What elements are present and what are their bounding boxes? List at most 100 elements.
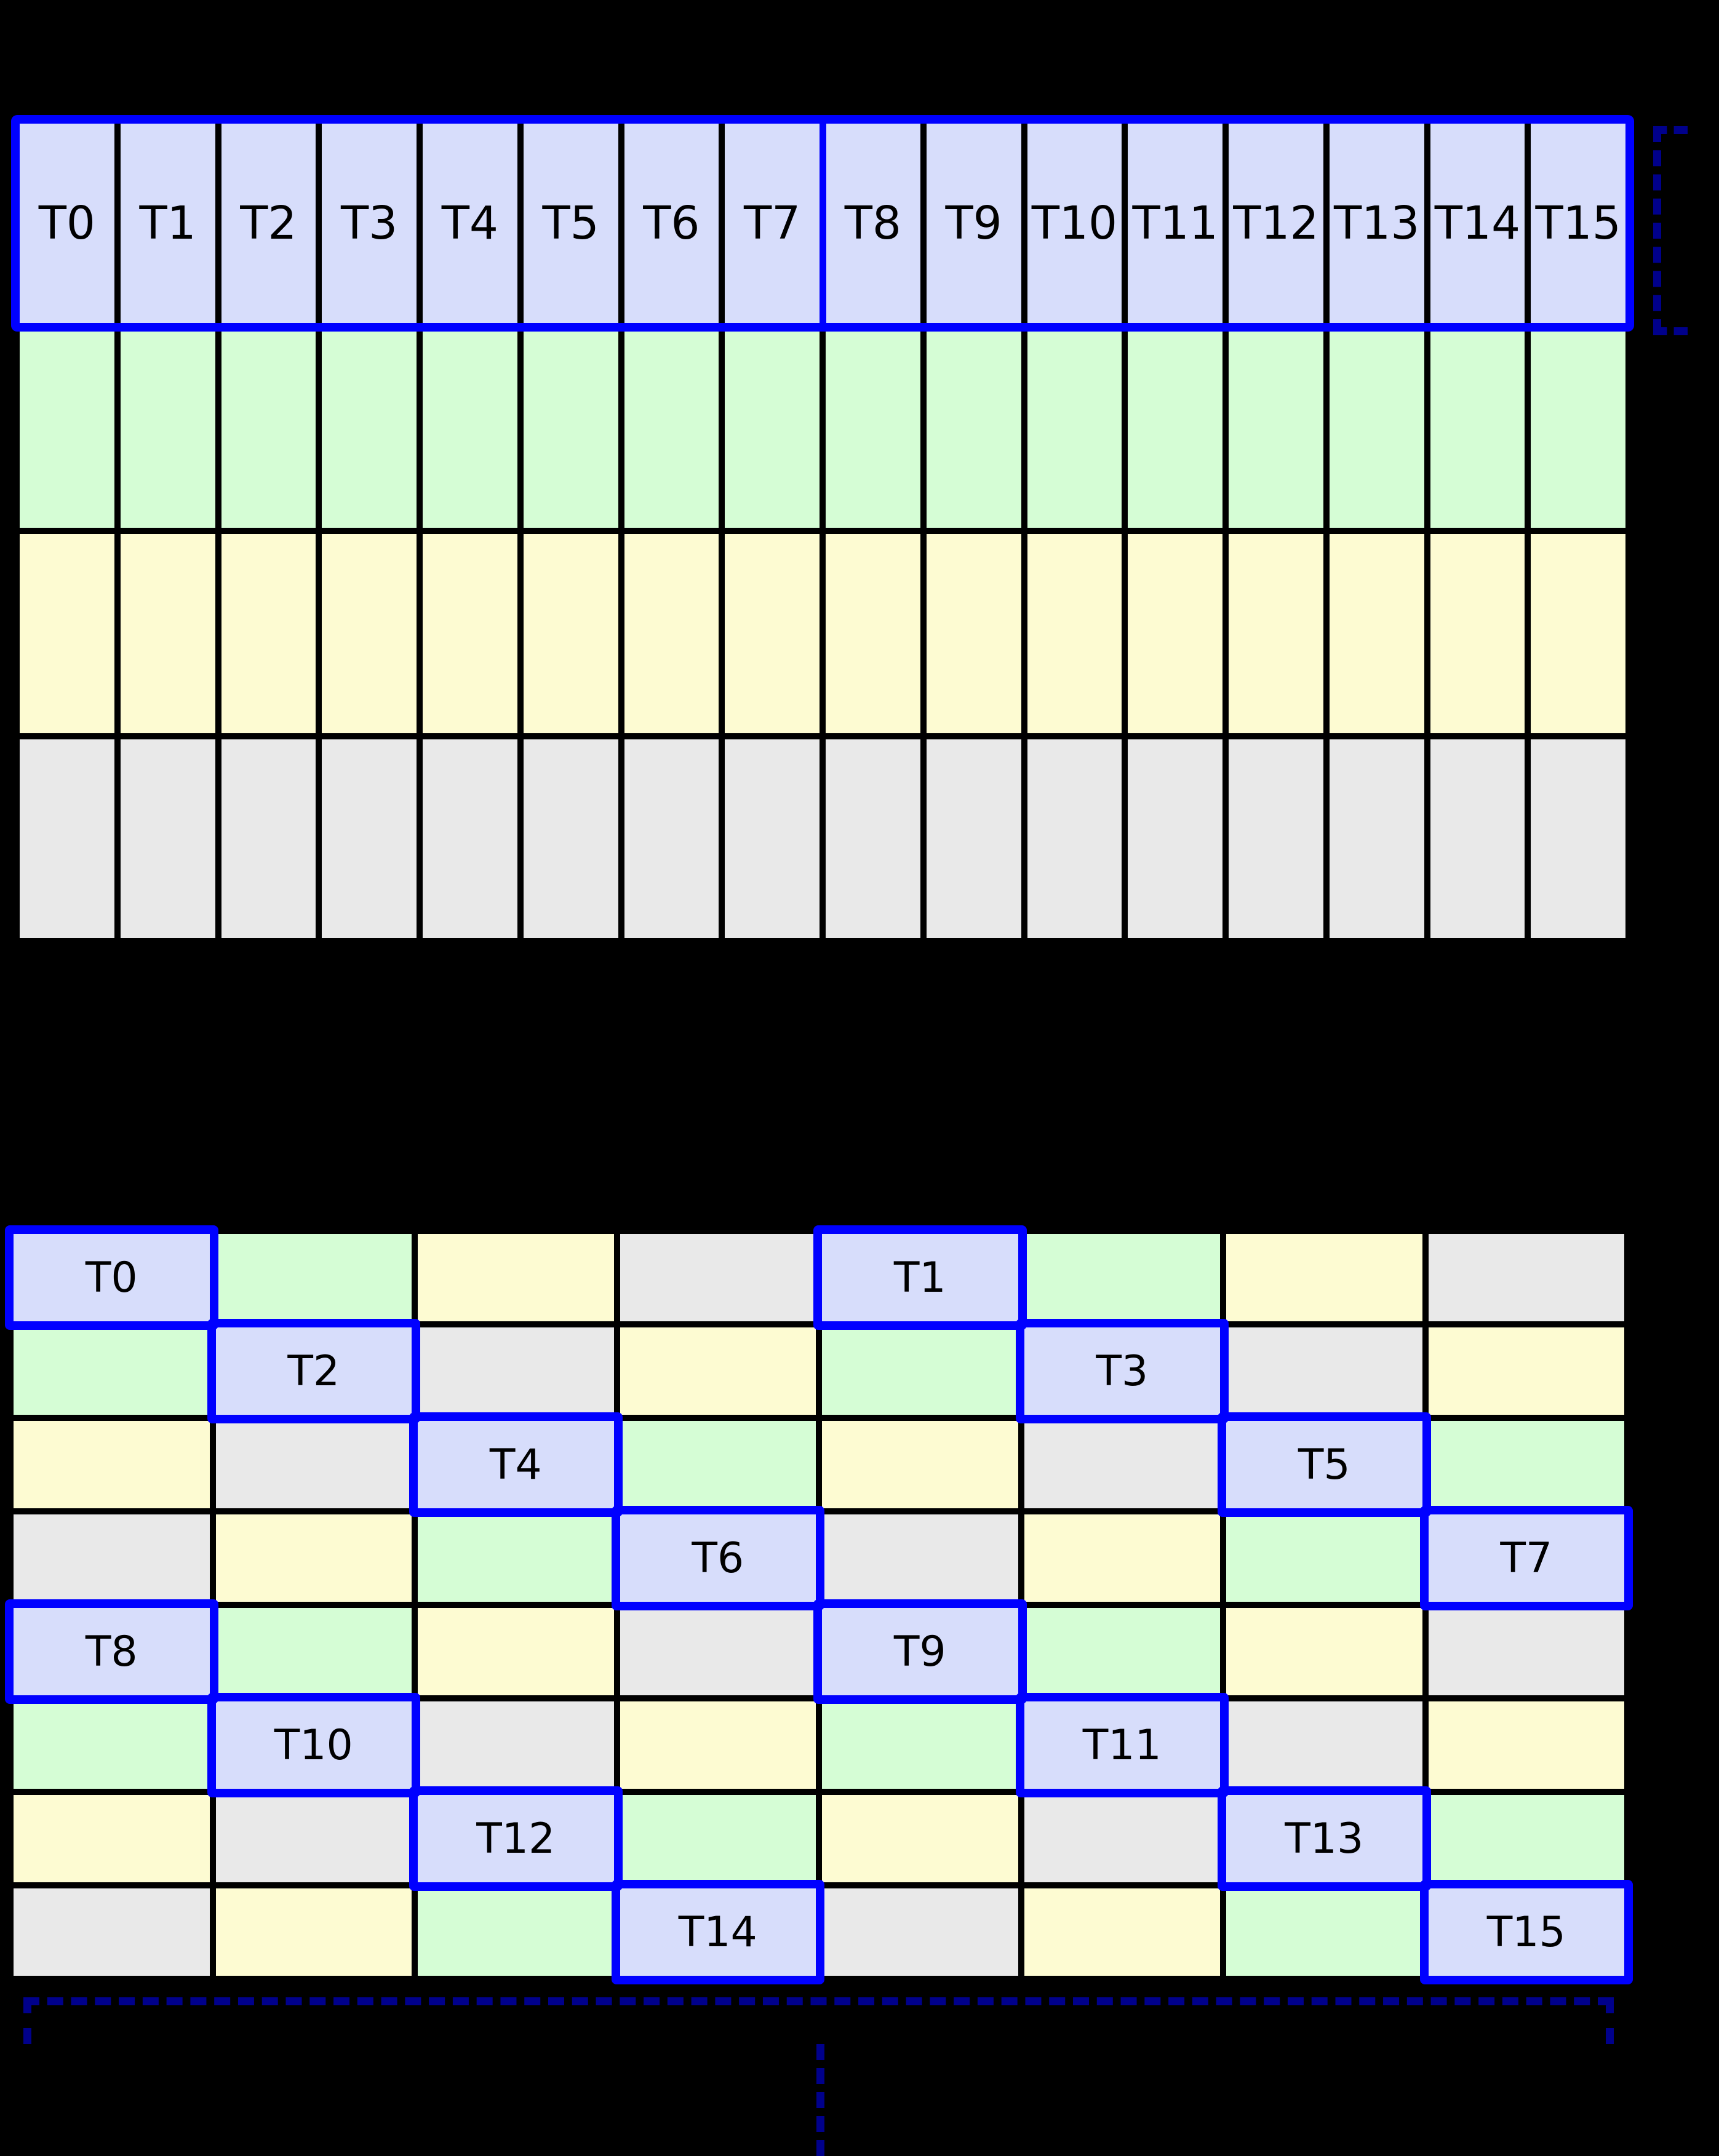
memory-cell — [1427, 736, 1528, 941]
memory-cell — [420, 325, 520, 531]
memory-cell — [1021, 1418, 1223, 1511]
memory-cell — [415, 1511, 617, 1605]
memory-cell — [1021, 1605, 1223, 1698]
memory-cell — [415, 1698, 617, 1792]
thread-label: T11 — [1132, 196, 1218, 250]
memory-cell — [212, 1511, 415, 1605]
thread-label: T15 — [1486, 1907, 1566, 1957]
memory-cell — [218, 736, 319, 941]
thread-label: T5 — [542, 196, 599, 250]
thread-label: T12 — [1233, 196, 1319, 250]
memory-cell — [212, 1792, 415, 1885]
bottom-bracket-stem — [816, 2044, 824, 2156]
memory-cell — [117, 736, 218, 941]
thread-cell: T1 — [819, 1231, 1021, 1324]
memory-cell — [616, 1605, 819, 1698]
memory-cell — [722, 325, 823, 531]
memory-cell — [1528, 736, 1629, 941]
memory-cell — [10, 1418, 213, 1511]
memory-cell — [819, 1511, 1021, 1605]
thread-cell: T6 — [621, 121, 722, 326]
memory-cell — [1427, 325, 1528, 531]
memory-cell — [17, 531, 118, 736]
memory-cell — [1125, 325, 1226, 531]
memory-cell — [1425, 1324, 1627, 1418]
thread-label: T14 — [1434, 196, 1521, 250]
thread-cell: T12 — [415, 1792, 617, 1885]
thread-cell: T4 — [415, 1418, 617, 1511]
memory-cell — [823, 531, 923, 736]
memory-cell — [819, 1885, 1021, 1979]
thread-label: T8 — [844, 196, 902, 250]
thread-cell: T13 — [1223, 1792, 1426, 1885]
memory-cell — [722, 736, 823, 941]
memory-cell — [10, 1324, 213, 1418]
thread-cell: T11 — [1021, 1698, 1223, 1792]
memory-cell — [923, 325, 1024, 531]
warp-split-divider — [820, 121, 826, 326]
thread-cell: T1 — [117, 121, 218, 326]
memory-cell — [319, 325, 420, 531]
memory-cell — [819, 1418, 1021, 1511]
memory-cell — [1326, 531, 1427, 736]
memory-cell — [1021, 1231, 1223, 1324]
thread-cell: T10 — [1024, 121, 1125, 326]
thread-label: T1 — [139, 196, 196, 250]
thread-label: T7 — [743, 196, 801, 250]
memory-cell — [621, 325, 722, 531]
thread-cell: T2 — [218, 121, 319, 326]
memory-cell — [1326, 736, 1427, 941]
memory-cell — [10, 1885, 213, 1979]
memory-cell — [1226, 736, 1326, 941]
memory-cell — [1021, 1511, 1223, 1605]
memory-cell — [415, 1605, 617, 1698]
thread-cell: T9 — [923, 121, 1024, 326]
memory-cell — [1226, 325, 1326, 531]
thread-label: T6 — [692, 1533, 744, 1583]
memory-cell — [819, 1698, 1021, 1792]
memory-cell — [621, 531, 722, 736]
memory-cell — [1021, 1792, 1223, 1885]
memory-cell — [616, 1418, 819, 1511]
thread-label: T9 — [893, 1627, 946, 1676]
thread-label: T1 — [893, 1253, 946, 1302]
memory-cell — [212, 1418, 415, 1511]
thread-label: T13 — [1285, 1814, 1364, 1863]
memory-cell — [1326, 325, 1427, 531]
memory-cell — [616, 1231, 819, 1324]
memory-cell — [1427, 531, 1528, 736]
memory-cell — [212, 1885, 415, 1979]
thread-label: T13 — [1333, 196, 1420, 250]
thread-cell: T14 — [616, 1885, 819, 1979]
memory-cell — [1223, 1605, 1426, 1698]
thread-label: T9 — [945, 196, 1002, 250]
thread-label: T3 — [340, 196, 398, 250]
memory-cell — [415, 1324, 617, 1418]
thread-label: T5 — [1298, 1440, 1350, 1489]
memory-cell — [1528, 531, 1629, 736]
memory-cell — [212, 1231, 415, 1324]
thread-cell: T0 — [10, 1231, 213, 1324]
thread-label: T0 — [85, 1253, 138, 1302]
memory-cell — [1223, 1324, 1426, 1418]
memory-cell — [1425, 1698, 1627, 1792]
thread-cell: T10 — [212, 1698, 415, 1792]
thread-label: T4 — [441, 196, 499, 250]
bottom-bracket — [23, 1997, 1614, 2044]
memory-cell — [10, 1792, 213, 1885]
memory-cell — [1425, 1792, 1627, 1885]
thread-label: T11 — [1082, 1720, 1162, 1770]
memory-cell — [520, 736, 621, 941]
memory-cell — [1226, 531, 1326, 736]
memory-cell — [10, 1698, 213, 1792]
diagram-canvas: T0 T1 T2 T3 T4 T5 T6 T7 T8 T9 T10 T11 T12 T13 T14 T15 T… — [0, 0, 1719, 2156]
thread-label: T14 — [678, 1907, 757, 1957]
memory-cell — [1528, 325, 1629, 531]
thread-label: T6 — [643, 196, 700, 250]
memory-cell — [1021, 1885, 1223, 1979]
thread-cell: T6 — [616, 1511, 819, 1605]
thread-cell: T15 — [1425, 1885, 1627, 1979]
memory-cell — [1223, 1231, 1426, 1324]
memory-cell — [319, 736, 420, 941]
thread-cell: T15 — [1528, 121, 1629, 326]
